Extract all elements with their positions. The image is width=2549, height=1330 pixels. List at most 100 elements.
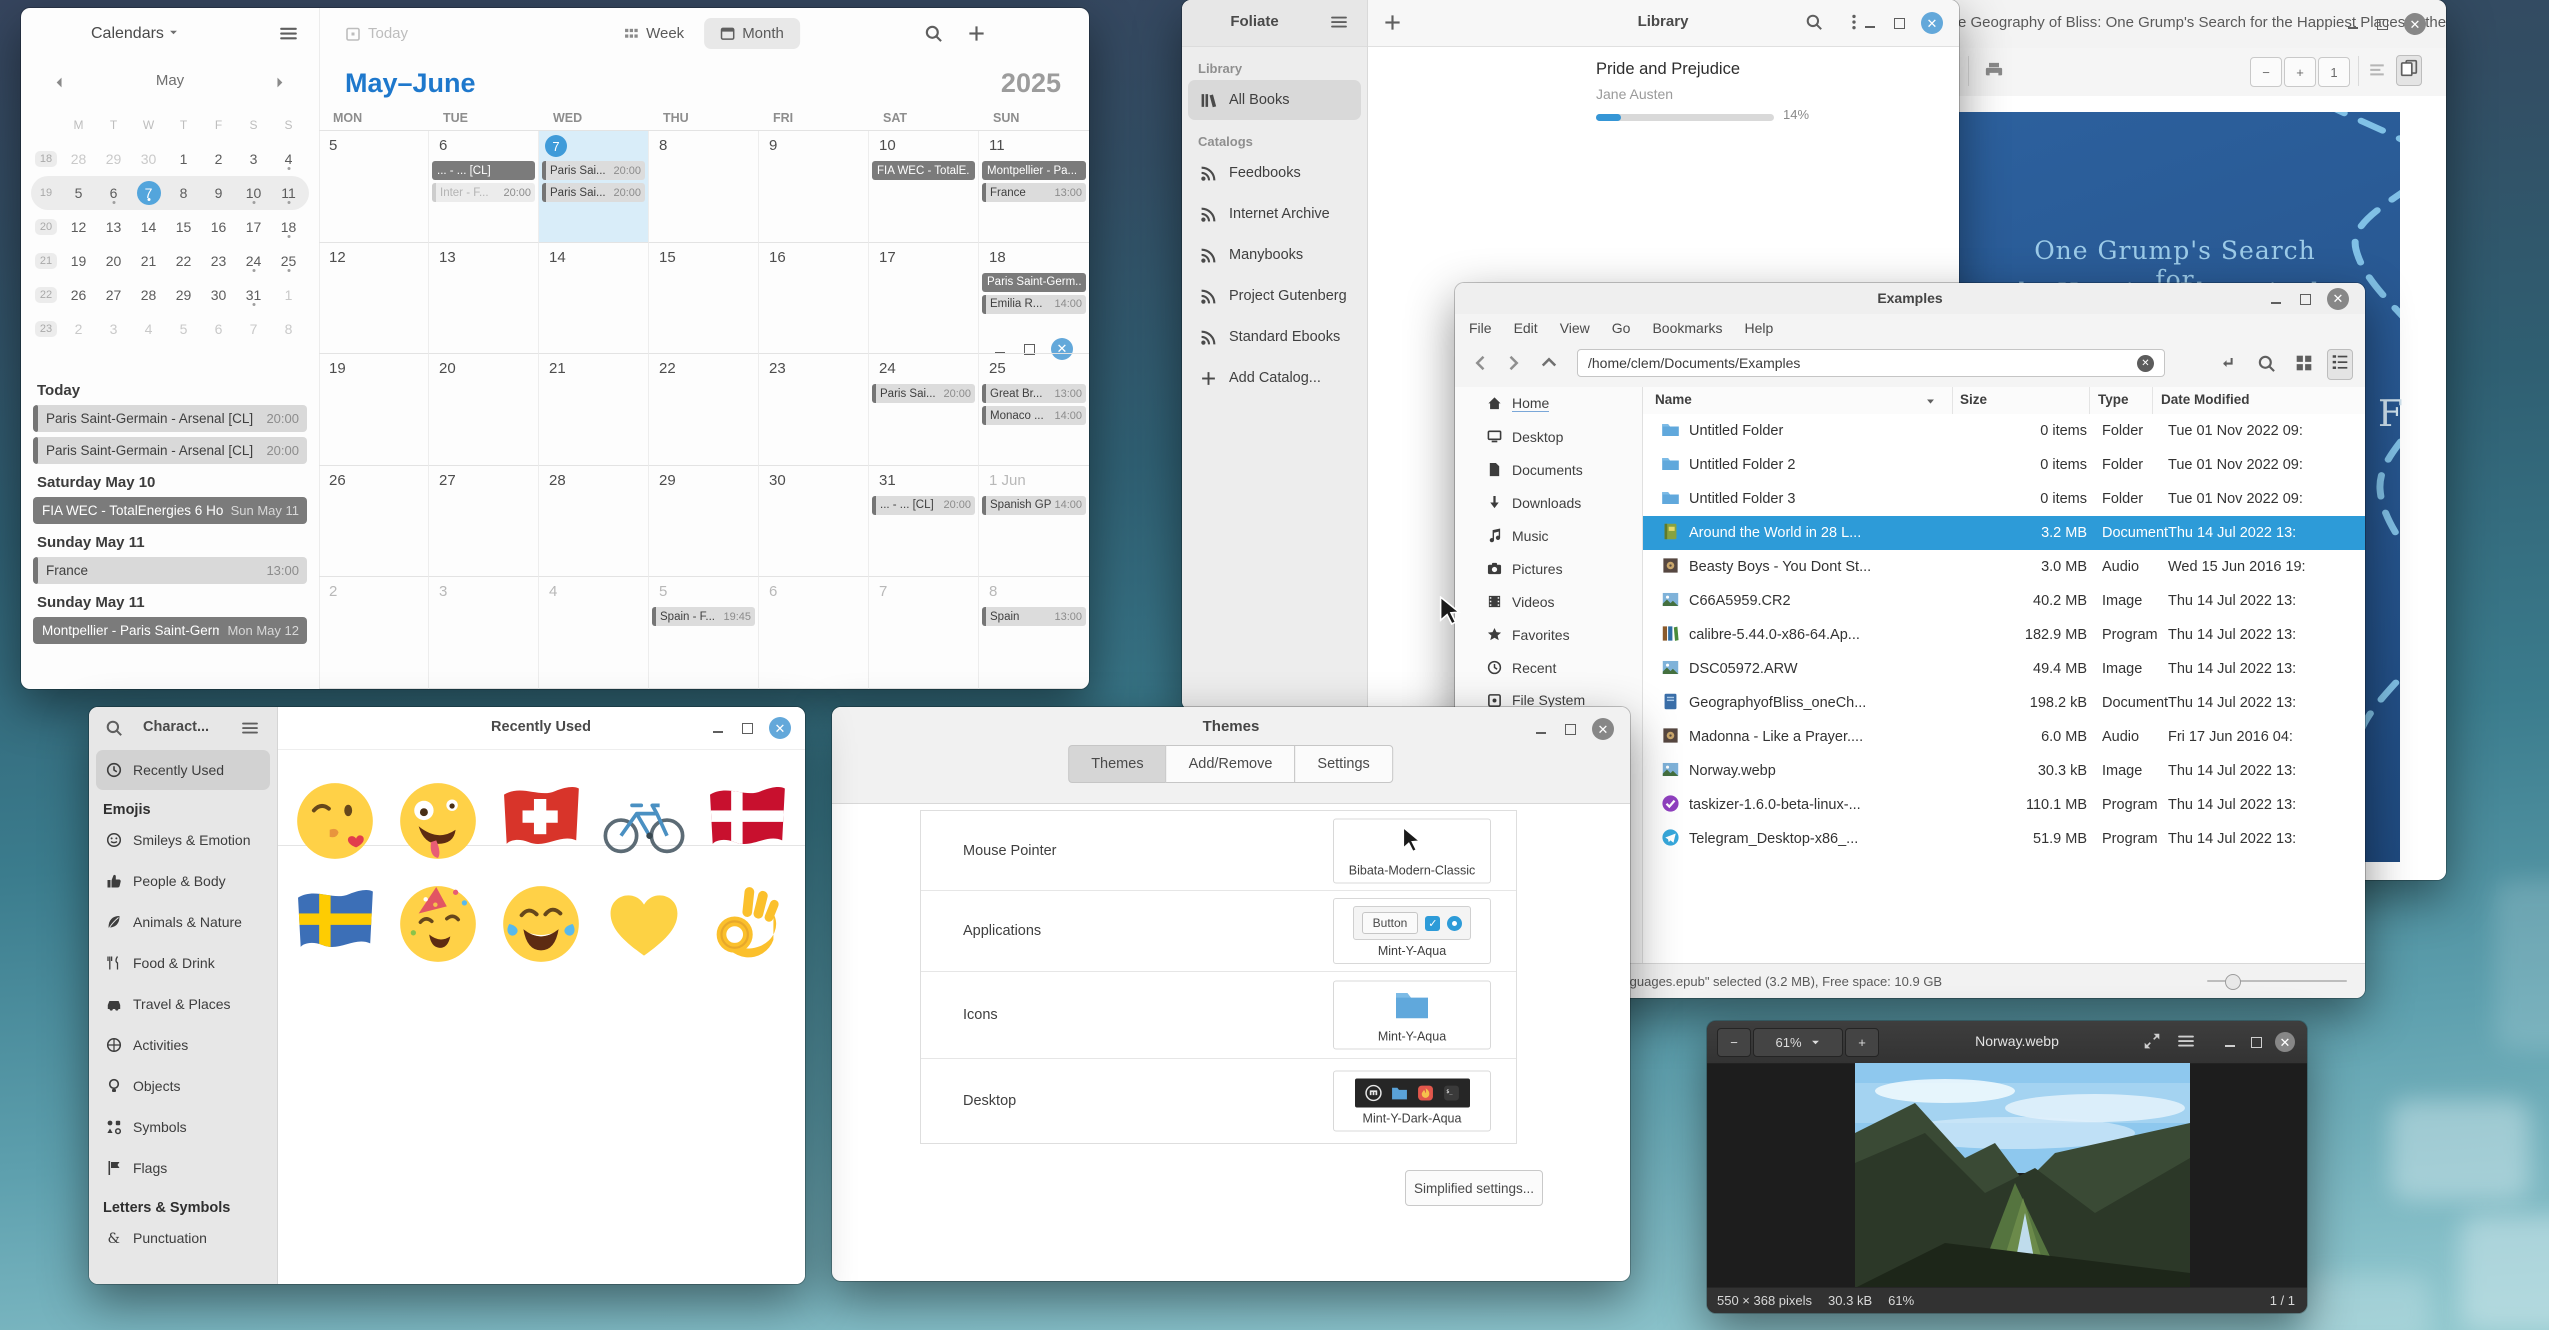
month-cell[interactable]: 2 xyxy=(319,577,429,689)
maximize-button[interactable] xyxy=(740,721,754,735)
mini-day[interactable]: 13 xyxy=(96,219,131,235)
sidebar-item-favorites[interactable]: Favorites xyxy=(1455,618,1642,651)
mini-day[interactable]: 10 xyxy=(236,185,271,201)
menu-bookmarks[interactable]: Bookmarks xyxy=(1652,320,1722,336)
mini-day[interactable]: 8 xyxy=(271,321,306,337)
sidebar-item-music[interactable]: Music xyxy=(1455,519,1642,552)
kissing-face-emoji[interactable] xyxy=(283,769,386,872)
sidebar-item-recent[interactable]: Recent xyxy=(1455,651,1642,684)
month-cell[interactable]: 16 xyxy=(759,243,869,355)
mini-day[interactable]: 17 xyxy=(236,219,271,235)
mini-day[interactable]: 15 xyxy=(166,219,201,235)
mini-day[interactable]: 4 xyxy=(271,151,306,167)
mini-day[interactable]: 16 xyxy=(201,219,236,235)
minimize-button[interactable] xyxy=(1534,722,1548,736)
table-row[interactable]: Untitled Folder 30 itemsFolderTue 01 Nov… xyxy=(1643,482,2365,516)
sidebar-item-feedbooks[interactable]: Feedbooks xyxy=(1188,153,1361,193)
file-list-empty-area[interactable] xyxy=(1643,857,2365,964)
mini-day[interactable]: 21 xyxy=(131,253,166,269)
maximize-button[interactable] xyxy=(2249,1035,2263,1049)
today-button[interactable]: Today xyxy=(345,25,408,42)
theme-preview-button[interactable]: Bibata-Modern-Classic xyxy=(1333,818,1491,883)
sidebar-item-documents[interactable]: Documents xyxy=(1455,453,1642,486)
table-row[interactable]: GeographyofBliss_oneCh...198.2 kBDocumen… xyxy=(1643,686,2365,720)
flag-switzerland-emoji[interactable] xyxy=(489,769,592,872)
month-cell[interactable]: 24Paris Sai...20:00 xyxy=(869,354,979,466)
list-view-icon[interactable] xyxy=(2327,349,2353,380)
calendars-dropdown[interactable]: Calendars xyxy=(91,25,179,43)
theme-preview-button[interactable]: Button✓Mint-Y-Aqua xyxy=(1333,898,1491,964)
month-cell[interactable]: 12 xyxy=(319,243,429,355)
table-row[interactable]: DSC05972.ARW49.4 MBImageThu 14 Jul 2022 … xyxy=(1643,652,2365,686)
emoji-grid[interactable] xyxy=(283,769,799,975)
characters-headerbar[interactable]: Recently Used ✕ xyxy=(277,707,805,750)
mini-day[interactable]: 27 xyxy=(96,287,131,303)
sidebar-item-videos[interactable]: Videos xyxy=(1455,585,1642,618)
sidebar-item-home[interactable]: Home xyxy=(1455,387,1642,420)
mini-day[interactable]: 28 xyxy=(131,287,166,303)
themes-headerbar[interactable]: Themes ✕ ThemesAdd/RemoveSettings xyxy=(832,707,1630,804)
sidebar-item-travel-places[interactable]: Travel & Places xyxy=(96,984,270,1024)
sidebar-item-recently-used[interactable]: Recently Used xyxy=(96,750,270,790)
tab-themes[interactable]: Themes xyxy=(1068,745,1166,783)
table-row[interactable]: calibre-5.44.0-x86-64.Ap...182.9 MBProgr… xyxy=(1643,618,2365,652)
sidebar-item-pictures[interactable]: Pictures xyxy=(1455,552,1642,585)
add-event-button[interactable] xyxy=(967,24,986,48)
month-cell[interactable]: 27 xyxy=(429,466,539,578)
back-button[interactable] xyxy=(1471,353,1491,378)
month-cell[interactable]: 6 xyxy=(759,577,869,689)
zoom-in-button[interactable]: + xyxy=(2284,57,2316,87)
minimize-button[interactable] xyxy=(2223,1035,2237,1049)
minimize-button[interactable] xyxy=(2346,17,2360,31)
mini-day[interactable]: 7 xyxy=(236,321,271,337)
zany-face-emoji[interactable] xyxy=(386,769,489,872)
sidebar-item-manybooks[interactable]: Manybooks xyxy=(1188,235,1361,275)
close-button[interactable]: ✕ xyxy=(1921,12,1943,34)
agenda-event[interactable]: Paris Saint-Germain - Arsenal [CL]20:00 xyxy=(33,437,307,464)
table-row[interactable]: Telegram_Desktop-x86_...51.9 MBProgramTh… xyxy=(1643,822,2365,856)
month-cell[interactable]: 15 xyxy=(649,243,759,355)
menu-edit[interactable]: Edit xyxy=(1514,320,1538,336)
month-cell[interactable]: 19 xyxy=(319,354,429,466)
month-cell[interactable]: 8 xyxy=(649,131,759,243)
sidebar-item-project-gutenberg[interactable]: Project Gutenberg xyxy=(1188,276,1361,316)
nemo-titlebar[interactable]: Examples ✕ xyxy=(1455,283,2365,315)
calendar-event[interactable]: Great Br...13:00 xyxy=(982,384,1086,403)
norway-photo[interactable] xyxy=(1855,1063,2190,1288)
mini-day[interactable]: 19 xyxy=(61,253,96,269)
mini-day[interactable]: 25 xyxy=(271,253,306,269)
calendar-event[interactable]: Montpellier - Pa... xyxy=(982,161,1086,180)
month-cell[interactable]: 20 xyxy=(429,354,539,466)
agenda-event[interactable]: FIA WEC - TotalEnergies 6 Hours o...Sun … xyxy=(33,497,307,524)
index-sidebar-button[interactable] xyxy=(2368,61,2386,84)
sidebar-item-symbols[interactable]: Symbols xyxy=(96,1107,270,1147)
calendar-event[interactable]: ... - ... [CL] xyxy=(432,161,535,180)
month-cell[interactable]: 8Spain13:00 xyxy=(979,577,1089,689)
month-cell[interactable]: 31... - ... [CL]20:00 xyxy=(869,466,979,578)
mini-day[interactable]: 5 xyxy=(166,321,201,337)
column-date[interactable]: Date Modified xyxy=(2161,392,2250,407)
mini-day[interactable]: 31 xyxy=(236,287,271,303)
minimize-button[interactable] xyxy=(2269,292,2283,306)
location-bar[interactable]: /home/clem/Documents/Examples ✕ xyxy=(1577,349,2165,377)
calendar-event[interactable]: Spain - F...19:45 xyxy=(652,607,755,626)
month-cell[interactable]: 14 xyxy=(539,243,649,355)
close-button[interactable]: ✕ xyxy=(769,717,791,739)
close-button[interactable]: ✕ xyxy=(2404,13,2426,35)
file-list[interactable]: Untitled Folder0 itemsFolderTue 01 Nov 2… xyxy=(1643,414,2365,857)
table-row[interactable]: taskizer-1.6.0-beta-linux-...110.1 MBPro… xyxy=(1643,788,2365,822)
book-title[interactable]: Pride and Prejudice xyxy=(1596,60,1740,79)
print-button[interactable] xyxy=(1984,61,2004,86)
month-grid[interactable]: 56... - ... [CL]Inter - F...20:007Paris … xyxy=(319,130,1089,689)
month-cell[interactable]: 4 xyxy=(539,577,649,689)
sidebar-item-food-drink[interactable]: Food & Drink xyxy=(96,943,270,983)
menu-file[interactable]: File xyxy=(1469,320,1492,336)
calendar-event[interactable]: Paris Sai...20:00 xyxy=(542,161,645,180)
theme-preview-button[interactable]: Mint-Y-Aqua xyxy=(1333,981,1491,1050)
menu-view[interactable]: View xyxy=(1560,320,1590,336)
calendar-event[interactable]: Paris Sai...20:00 xyxy=(542,183,645,202)
mini-day[interactable]: 18 xyxy=(271,219,306,235)
month-cell[interactable]: 26 xyxy=(319,466,429,578)
mini-day[interactable]: 23 xyxy=(201,253,236,269)
search-icon[interactable] xyxy=(105,719,123,742)
